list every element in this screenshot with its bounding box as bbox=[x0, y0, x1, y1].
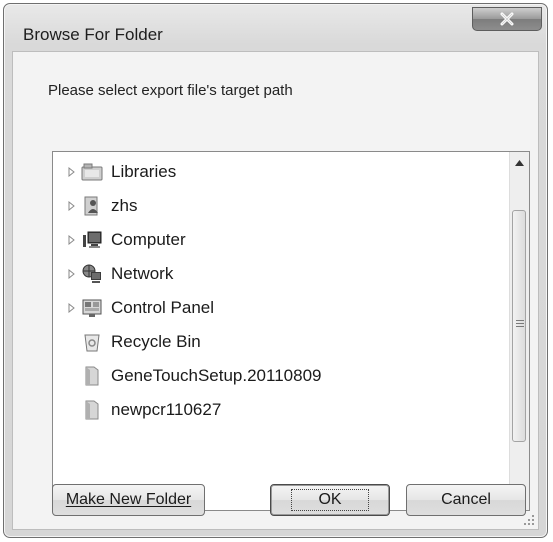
computer-icon bbox=[81, 229, 103, 251]
ok-label: OK bbox=[291, 489, 369, 511]
tree-item-network[interactable]: Network bbox=[53, 259, 173, 289]
close-button[interactable] bbox=[472, 7, 542, 31]
tree-item-control-panel[interactable]: Control Panel bbox=[53, 293, 214, 323]
expand-arrow-icon[interactable] bbox=[65, 303, 77, 313]
scrollbar-thumb[interactable] bbox=[512, 210, 526, 442]
expand-arrow-icon[interactable] bbox=[65, 167, 77, 177]
network-icon bbox=[81, 263, 103, 285]
tree-item-newpcr110627[interactable]: newpcr110627 bbox=[53, 395, 221, 425]
ok-button[interactable]: OK bbox=[270, 484, 390, 516]
tree-item-label: newpcr110627 bbox=[111, 400, 222, 419]
cancel-label: Cancel bbox=[441, 491, 491, 508]
tree-item-label: zhs bbox=[111, 196, 138, 215]
make-new-folder-label: Make New Folder bbox=[65, 491, 192, 508]
tree-item-label: Libraries bbox=[111, 162, 177, 181]
prompt-text: Please select export file's target path bbox=[48, 82, 293, 99]
browse-for-folder-dialog: Browse For Folder Please select export f… bbox=[3, 3, 548, 538]
libraries-icon bbox=[81, 161, 103, 183]
cancel-button[interactable]: Cancel bbox=[406, 484, 526, 516]
tree-item-recycle-bin[interactable]: Recycle Bin bbox=[53, 327, 201, 357]
tree-item-genetouchsetup[interactable]: GeneTouchSetup.20110809 bbox=[53, 361, 321, 391]
tree-item-label: GeneTouchSetup.20110809 bbox=[111, 366, 322, 385]
window-title: Browse For Folder bbox=[23, 25, 163, 44]
tree-item-computer[interactable]: Computer bbox=[53, 225, 186, 255]
folder-tree[interactable]: Libraries zhs Computer Network Control P… bbox=[52, 151, 530, 511]
tree-item-label: Recycle Bin bbox=[111, 332, 201, 351]
recycle-bin-icon bbox=[81, 331, 103, 353]
close-icon bbox=[500, 12, 514, 26]
dialog-body: Please select export file's target path … bbox=[12, 51, 539, 530]
scroll-up-arrow-icon[interactable] bbox=[510, 154, 529, 172]
tree-item-label: Network bbox=[111, 264, 174, 283]
tree-item-zhs[interactable]: zhs bbox=[53, 191, 137, 221]
tree-item-label: Control Panel bbox=[111, 298, 215, 317]
expand-arrow-icon[interactable] bbox=[65, 269, 77, 279]
expand-arrow-icon[interactable] bbox=[65, 201, 77, 211]
vertical-scrollbar[interactable] bbox=[509, 152, 529, 510]
control-panel-icon bbox=[81, 297, 103, 319]
expand-arrow-icon[interactable] bbox=[65, 235, 77, 245]
user-folder-icon bbox=[81, 195, 103, 217]
tree-item-libraries[interactable]: Libraries bbox=[53, 157, 176, 187]
tree-item-label: Computer bbox=[111, 230, 186, 249]
folder-icon bbox=[81, 399, 103, 421]
resize-grip-icon[interactable] bbox=[524, 515, 535, 526]
grip-icon bbox=[516, 318, 524, 329]
folder-icon bbox=[81, 365, 103, 387]
make-new-folder-button[interactable]: Make New Folder bbox=[52, 484, 205, 516]
